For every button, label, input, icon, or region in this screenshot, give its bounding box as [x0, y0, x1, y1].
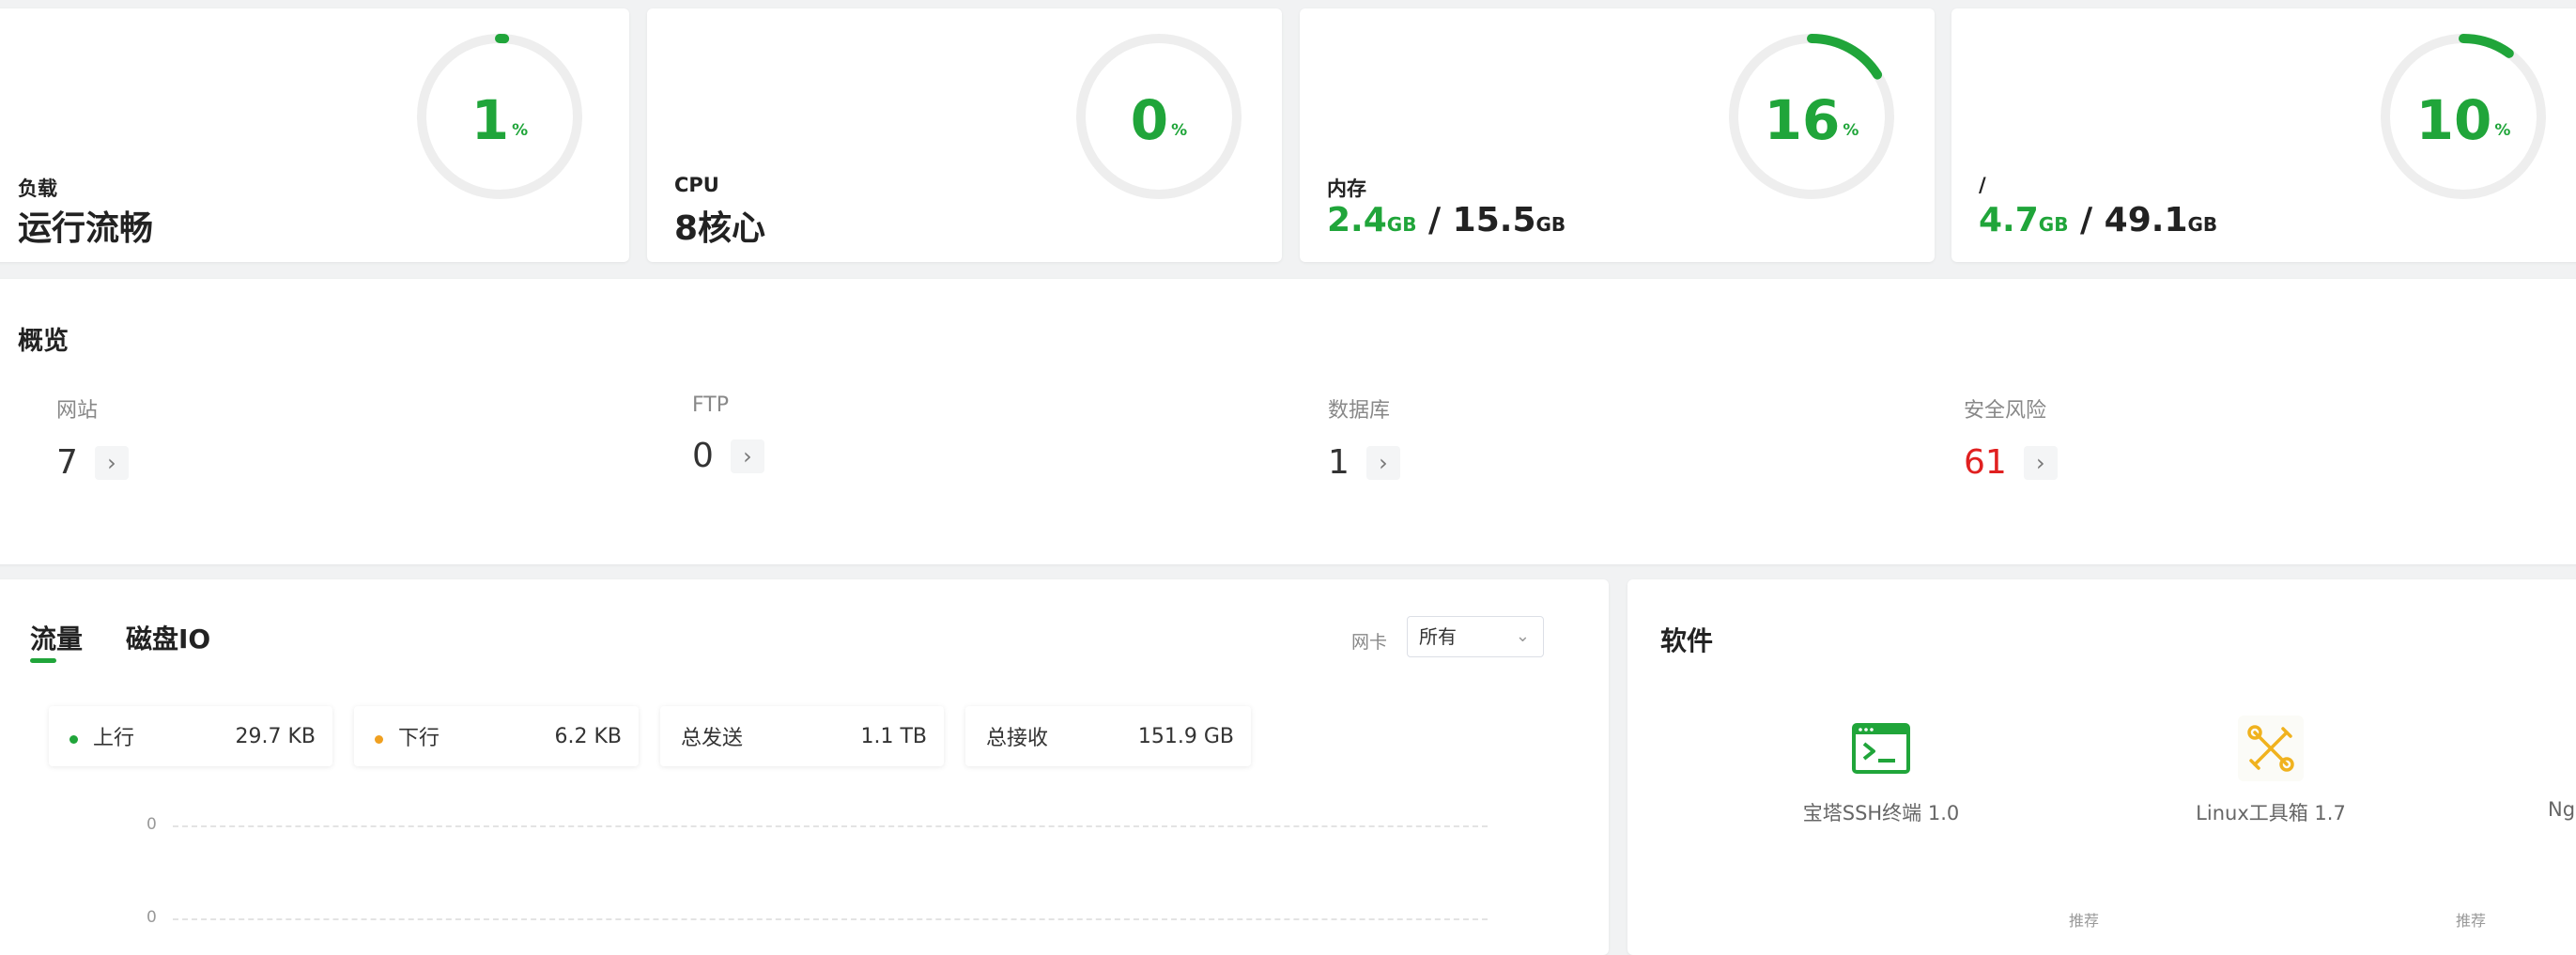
memory-gauge: 16%: [1727, 32, 1896, 201]
cpu-gauge: 0%: [1074, 32, 1243, 201]
chevron-right-icon[interactable]: ›: [1365, 446, 1400, 480]
cpu-cores: 8核心: [674, 209, 766, 248]
disk-mount-label: /: [1979, 174, 1986, 196]
total-received-value: 151.9 GB: [1137, 724, 1234, 748]
database-count[interactable]: 1: [1328, 446, 1350, 480]
total-sent-metric: 总发送 1.1 TB: [660, 706, 944, 766]
overview-item-website[interactable]: 网站 7 ›: [56, 393, 129, 480]
disk-percent: 10: [2415, 88, 2492, 152]
total-received-metric: 总接收 151.9 GB: [965, 706, 1251, 766]
software-panel: 软件 宝塔SSH终端 1.0 Linux工具箱 1.7 Ng 推荐 推荐: [1627, 579, 2576, 955]
terminal-icon: [1848, 716, 1914, 781]
download-dot-icon: [375, 734, 383, 744]
grid-line: [173, 918, 1488, 920]
load-gauge: 1%: [415, 32, 584, 201]
software-item-ssh-terminal[interactable]: 宝塔SSH终端 1.0: [1768, 716, 1994, 826]
recommend-badge: 推荐: [2069, 912, 2100, 930]
nic-select[interactable]: 所有 ⌄: [1407, 616, 1544, 657]
tools-icon: [2238, 716, 2304, 781]
disk-card[interactable]: 10% / 4.7GB / 49.1GB: [1951, 8, 2576, 262]
grid-line: [173, 825, 1488, 827]
cpu-label: CPU: [674, 174, 719, 196]
upload-value: 29.7 KB: [235, 724, 316, 748]
nic-label: 网卡: [1351, 632, 1388, 653]
upload-metric: 上行 29.7 KB: [49, 706, 332, 766]
memory-usage: 2.4GB / 15.5GB: [1327, 201, 1566, 239]
load-status: 运行流畅: [18, 209, 154, 248]
active-tab-indicator: [30, 658, 56, 663]
overview-item-security-risk[interactable]: 安全风险 61 ›: [1964, 393, 2058, 480]
chevron-right-icon[interactable]: ›: [730, 439, 764, 473]
y-tick-label: 0: [147, 908, 157, 927]
load-card[interactable]: 1% 负载 运行流畅: [0, 8, 629, 262]
overview-item-ftp[interactable]: FTP 0 ›: [692, 393, 764, 473]
overview-panel: 概览 网站 7 › FTP 0 › 数据库 1 › 安全风险 61 ›: [0, 279, 2576, 564]
website-count[interactable]: 7: [56, 446, 78, 480]
y-tick-label: 0: [147, 815, 157, 834]
download-value: 6.2 KB: [554, 724, 623, 748]
disk-usage: 4.7GB / 49.1GB: [1979, 201, 2218, 239]
overview-title: 概览: [18, 327, 69, 356]
cpu-card[interactable]: 0% CPU 8核心: [647, 8, 1282, 262]
chevron-down-icon: ⌄: [1515, 626, 1530, 646]
load-label: 负载: [18, 177, 57, 200]
software-item-nginx[interactable]: Ng: [2548, 716, 2576, 821]
software-item-linux-toolbox[interactable]: Linux工具箱 1.7: [2153, 716, 2388, 826]
security-risk-count[interactable]: 61: [1964, 446, 2007, 480]
memory-label: 内存: [1327, 177, 1366, 200]
software-title: 软件: [1660, 625, 1714, 656]
recommend-badge: 推荐: [2456, 912, 2487, 930]
traffic-panel: 流量 磁盘IO 网卡 所有 ⌄ 上行 29.7 KB 下行 6.2 KB 总发送 …: [0, 579, 1609, 955]
disk-gauge: 10%: [2379, 32, 2548, 201]
cpu-percent: 0: [1130, 88, 1169, 152]
chevron-right-icon[interactable]: ›: [2023, 446, 2058, 480]
tab-traffic[interactable]: 流量: [30, 619, 83, 656]
ftp-count[interactable]: 0: [692, 439, 714, 473]
load-percent: 1: [470, 88, 510, 152]
total-sent-value: 1.1 TB: [860, 724, 927, 748]
download-metric: 下行 6.2 KB: [354, 706, 639, 766]
tab-disk-io[interactable]: 磁盘IO: [126, 619, 210, 656]
overview-item-database[interactable]: 数据库 1 ›: [1328, 393, 1400, 480]
memory-percent: 16: [1764, 88, 1841, 152]
upload-dot-icon: [69, 734, 78, 744]
memory-card[interactable]: 16% 内存 2.4GB / 15.5GB: [1300, 8, 1935, 262]
chevron-right-icon[interactable]: ›: [94, 446, 129, 480]
